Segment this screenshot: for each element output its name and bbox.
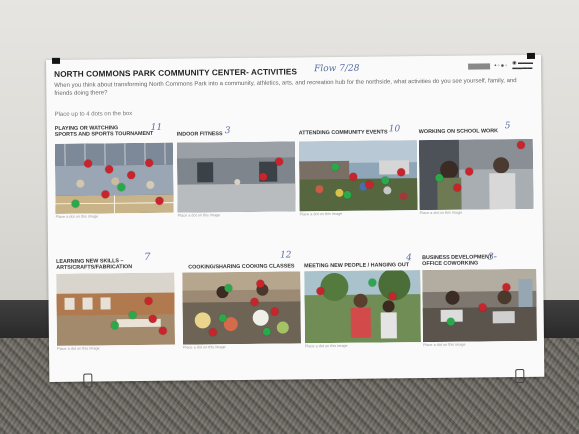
- red-dot: [516, 140, 525, 150]
- fitness-hall-photo: [176, 141, 296, 213]
- logo-strip: •◦●◦ ◉ ▬▬▬ ▬▬▬▬: [468, 59, 534, 72]
- red-dot: [275, 157, 284, 166]
- green-dot: [435, 173, 444, 182]
- green-dot: [343, 190, 352, 199]
- red-dot: [127, 171, 136, 180]
- activity-community-events: ATTENDING COMMUNITY EVENTS: [299, 129, 419, 136]
- activity-business-development: BUSINESS DEVELOPMENT – OFFICE COWORKING: [422, 254, 542, 267]
- vote-count: 12: [280, 250, 292, 261]
- red-dot: [465, 167, 474, 176]
- red-dot: [101, 190, 110, 199]
- minneapolis-logo: ◉ ▬▬▬ ▬▬▬▬: [512, 59, 534, 72]
- vote-count: 4: [406, 253, 412, 264]
- red-dot: [270, 307, 279, 316]
- red-dot: [316, 287, 325, 296]
- green-dot: [381, 176, 390, 185]
- red-dot: [365, 180, 374, 189]
- gathering-photo: [304, 270, 421, 344]
- photo-caption: Place a dot on this image: [304, 343, 348, 349]
- green-dot: [446, 317, 455, 326]
- vote-count: 10: [388, 124, 401, 135]
- cooking-photo: [182, 271, 301, 345]
- activity-label: COOKING/SHARING COOKING CLASSES: [188, 263, 295, 271]
- photo-caption: Place a dot on this image: [57, 346, 100, 351]
- photo-caption: Place a dot on this image: [55, 214, 99, 219]
- red-dot: [105, 165, 114, 174]
- red-dot: [502, 283, 511, 292]
- red-dot: [84, 159, 93, 168]
- green-dot: [117, 183, 126, 192]
- handwritten-date: Flow 7/28: [314, 63, 360, 75]
- photo-caption: Place a dot on this image: [177, 213, 221, 218]
- red-dot: [259, 172, 268, 181]
- photo-caption: Place a dot on this image: [419, 210, 463, 216]
- activity-school-work: WORKING ON SCHOOL WORK: [419, 128, 539, 135]
- activity-label-line2: ARTS/CRAFTS/FABRICATION: [56, 264, 133, 271]
- green-dot: [224, 284, 233, 293]
- poster-title: NORTH COMMONS PARK COMMUNITY CENTER- ACT…: [54, 67, 298, 79]
- activity-learning-skills: LEARNING NEW SKILLS – ARTS/CRAFTS/FABRIC…: [56, 258, 176, 271]
- activity-label: INDOOR FITNESS: [176, 131, 223, 138]
- photo-caption: Place a dot on this image: [422, 342, 466, 348]
- binder-clip-left: [51, 57, 61, 64]
- red-dot: [453, 183, 462, 192]
- green-dot: [331, 162, 340, 172]
- red-dot: [158, 326, 167, 335]
- vote-count: 7: [144, 251, 151, 263]
- red-dot: [250, 297, 259, 306]
- prompt-question: When you think about transforming North …: [54, 78, 517, 97]
- binder-clip-right: [526, 52, 536, 59]
- partner-logo: [468, 63, 491, 70]
- red-dot: [155, 196, 164, 205]
- red-dot: [349, 172, 358, 181]
- green-dot: [128, 311, 137, 320]
- activity-indoor-fitness: INDOOR FITNESS: [177, 130, 297, 137]
- vote-count: 3: [224, 126, 231, 137]
- activity-label: ATTENDING COMMUNITY EVENTS: [298, 129, 388, 137]
- activity-label: WORKING ON SCHOOL WORK: [418, 128, 499, 136]
- red-dot: [148, 314, 157, 323]
- activities-poster: NORTH COMMONS PARK COMMUNITY CENTER- ACT…: [46, 52, 545, 388]
- vote-count: 5: [504, 121, 511, 132]
- photo-caption: Place a dot on this image: [299, 211, 343, 217]
- green-dot: [110, 321, 119, 330]
- green-dot: [262, 327, 271, 336]
- workshop-photo: [56, 272, 175, 346]
- red-dot: [256, 279, 265, 288]
- activity-label-line2: OFFICE COWORKING: [422, 260, 479, 268]
- green-dot: [368, 278, 377, 287]
- activity-cooking: COOKING/SHARING COOKING CLASSES: [188, 263, 308, 270]
- red-dot: [397, 168, 406, 177]
- red-dot: [144, 296, 153, 305]
- red-dot: [388, 292, 397, 301]
- red-dot: [145, 158, 154, 167]
- green-dot: [71, 199, 80, 208]
- red-dot: [478, 303, 487, 312]
- vote-count: 11: [150, 122, 163, 133]
- vote-count: 3: [488, 252, 494, 263]
- binder-clip-bottom-right: [515, 369, 525, 384]
- partner-logo-dots: •◦●◦: [494, 63, 509, 70]
- red-dot: [208, 328, 217, 337]
- photo-caption: Place a dot on this image: [182, 345, 226, 350]
- green-dot: [218, 314, 227, 323]
- dot-instruction: Place up to 4 dots on the box: [54, 111, 133, 118]
- binder-clip-bottom-left: [83, 373, 93, 388]
